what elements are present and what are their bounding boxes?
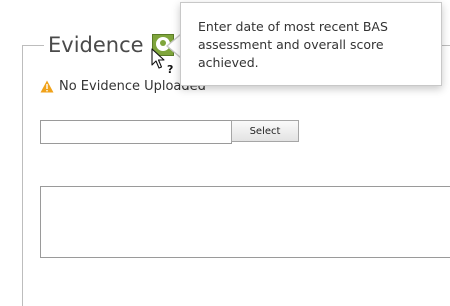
evidence-notes-textarea[interactable]: [40, 186, 450, 258]
help-cursor-icon: ?: [151, 48, 173, 76]
file-name-input[interactable]: [40, 120, 232, 144]
help-tooltip: Enter date of most recent BAS assessment…: [180, 2, 442, 86]
select-button[interactable]: Select: [231, 120, 299, 142]
svg-text:?: ?: [167, 63, 173, 76]
warning-icon: [40, 80, 54, 93]
tooltip-text: Enter date of most recent BAS assessment…: [198, 19, 388, 70]
evidence-title: Evidence: [48, 33, 144, 57]
